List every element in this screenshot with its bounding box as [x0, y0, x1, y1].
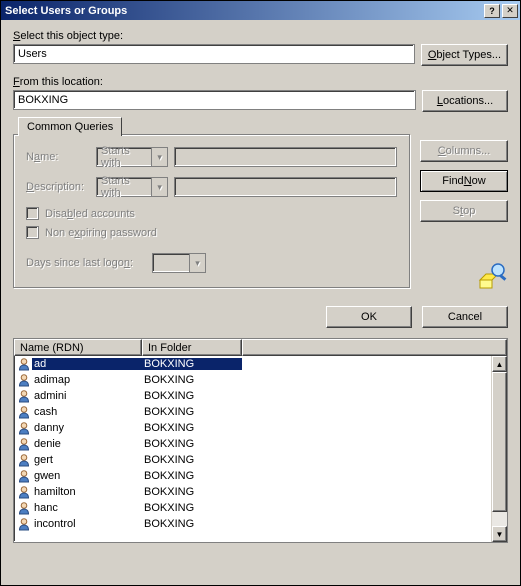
user-icon — [16, 469, 32, 483]
table-row[interactable]: hancBOKXING — [14, 500, 507, 516]
cell-folder: BOKXING — [142, 470, 242, 482]
user-icon — [16, 373, 32, 387]
description-label: Description: — [26, 181, 90, 193]
checkbox-icon — [26, 207, 39, 220]
user-icon — [16, 485, 32, 499]
object-types-button[interactable]: Object Types... — [421, 44, 508, 66]
chevron-down-icon — [189, 254, 205, 272]
window-title: Select Users or Groups — [3, 5, 127, 17]
cell-folder: BOKXING — [142, 390, 242, 402]
table-row[interactable]: hamiltonBOKXING — [14, 484, 507, 500]
close-icon: ✕ — [506, 5, 514, 16]
cell-folder: BOKXING — [142, 406, 242, 418]
user-icon — [16, 437, 32, 451]
checkbox-icon — [26, 226, 39, 239]
days-since-combo — [152, 253, 206, 273]
cell-name: incontrol — [32, 518, 142, 530]
disabled-accounts-checkbox: Disabled accounts — [26, 207, 397, 220]
user-icon — [16, 405, 32, 419]
description-input — [174, 177, 397, 197]
titlebar-buttons: ? ✕ — [482, 4, 518, 18]
location-label: From this location: — [13, 76, 508, 88]
user-icon — [16, 389, 32, 403]
titlebar: Select Users or Groups ? ✕ — [1, 1, 520, 20]
scroll-down-icon[interactable]: ▼ — [492, 526, 507, 542]
common-queries-tab[interactable]: Common Queries — [18, 117, 122, 136]
cell-folder: BOKXING — [142, 518, 242, 530]
table-row[interactable]: cashBOKXING — [14, 404, 507, 420]
object-type-label: Select this object type: — [13, 30, 508, 42]
cell-name: gwen — [32, 470, 142, 482]
columns-button: Columns... — [420, 140, 508, 162]
cell-name: admini — [32, 390, 142, 402]
object-type-field[interactable]: Users — [13, 44, 415, 64]
cell-name: cash — [32, 406, 142, 418]
cell-name: gert — [32, 454, 142, 466]
results-list[interactable]: Name (RDN) In Folder adBOKXINGadimapBOKX… — [13, 338, 508, 543]
user-icon — [16, 357, 32, 371]
user-icon — [16, 501, 32, 515]
days-since-label: Days since last logon: — [26, 257, 146, 269]
location-field[interactable]: BOKXING — [13, 90, 416, 110]
cell-name: hamilton — [32, 486, 142, 498]
find-now-button[interactable]: Find Now — [420, 170, 508, 192]
locations-button[interactable]: Locations... — [422, 90, 508, 112]
cell-folder: BOKXING — [142, 374, 242, 386]
column-header-folder[interactable]: In Folder — [142, 339, 242, 356]
scroll-thumb[interactable] — [492, 372, 507, 512]
user-icon — [16, 517, 32, 531]
cell-name: hanc — [32, 502, 142, 514]
cancel-button[interactable]: Cancel — [422, 306, 508, 328]
table-row[interactable]: dannyBOKXING — [14, 420, 507, 436]
table-row[interactable]: gwenBOKXING — [14, 468, 507, 484]
ok-button[interactable]: OK — [326, 306, 412, 328]
cell-folder: BOKXING — [142, 358, 242, 370]
scrollbar[interactable]: ▲ ▼ — [491, 356, 507, 542]
cell-folder: BOKXING — [142, 422, 242, 434]
name-match-combo: Starts with — [96, 147, 168, 167]
name-input — [174, 147, 397, 167]
user-icon — [16, 421, 32, 435]
cell-name: ad — [32, 358, 142, 370]
stop-button: Stop — [420, 200, 508, 222]
column-header-name[interactable]: Name (RDN) — [14, 339, 142, 356]
help-button[interactable]: ? — [484, 4, 500, 18]
table-row[interactable]: adimapBOKXING — [14, 372, 507, 388]
common-queries-group: Common Queries Name: Starts with Descrip… — [13, 134, 410, 288]
name-label: Name: — [26, 151, 90, 163]
user-icon — [16, 453, 32, 467]
cell-name: adimap — [32, 374, 142, 386]
desc-match-combo: Starts with — [96, 177, 168, 197]
scroll-up-icon[interactable]: ▲ — [492, 356, 507, 372]
results-header: Name (RDN) In Folder — [14, 339, 507, 356]
cell-name: denie — [32, 438, 142, 450]
close-button[interactable]: ✕ — [502, 4, 518, 18]
table-row[interactable]: incontrolBOKXING — [14, 516, 507, 532]
table-row[interactable]: adminiBOKXING — [14, 388, 507, 404]
table-row[interactable]: gertBOKXING — [14, 452, 507, 468]
cell-folder: BOKXING — [142, 438, 242, 450]
chevron-down-icon — [151, 178, 167, 196]
find-icon — [476, 260, 508, 292]
chevron-down-icon — [151, 148, 167, 166]
non-expiring-checkbox: Non expiring password — [26, 226, 397, 239]
cell-folder: BOKXING — [142, 454, 242, 466]
cell-name: danny — [32, 422, 142, 434]
column-header-spacer — [242, 339, 507, 356]
cell-folder: BOKXING — [142, 502, 242, 514]
table-row[interactable]: adBOKXING — [14, 356, 507, 372]
table-row[interactable]: denieBOKXING — [14, 436, 507, 452]
cell-folder: BOKXING — [142, 486, 242, 498]
